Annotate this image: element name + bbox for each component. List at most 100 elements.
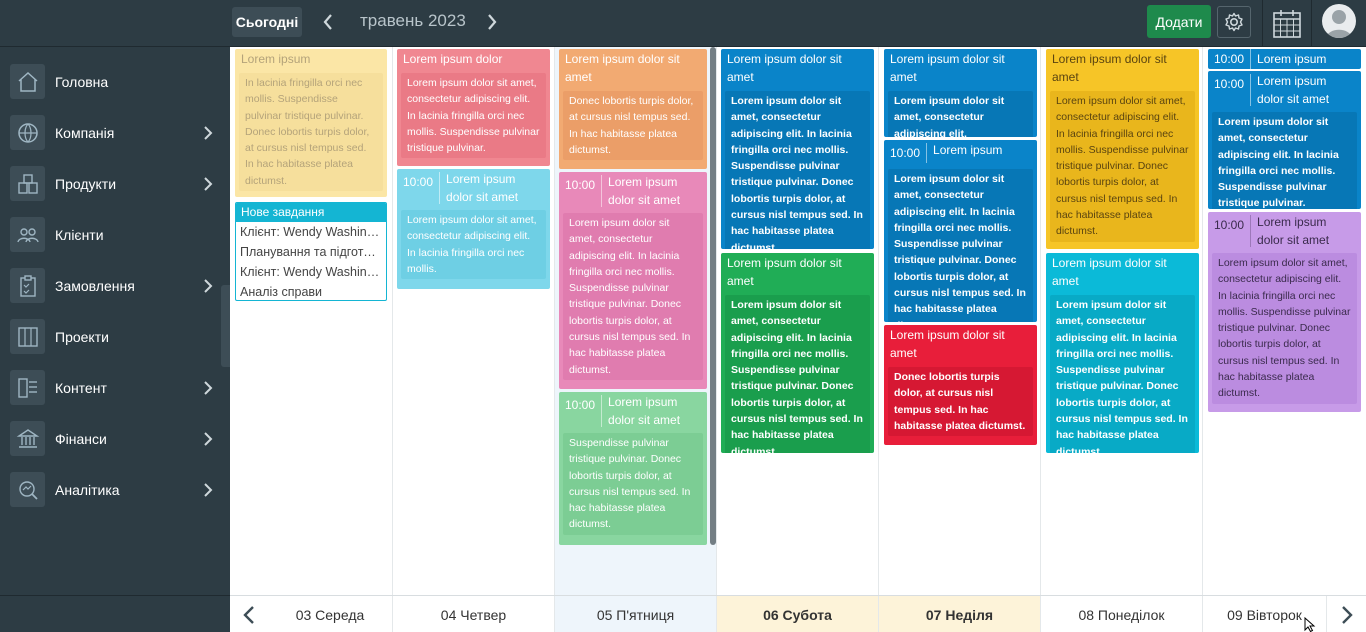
user-avatar[interactable] [1322, 4, 1356, 38]
day-header-weekend[interactable]: 06 Субота [717, 596, 879, 632]
chevron-right-icon [204, 431, 213, 446]
event-body: Suspendisse pulvinar tristique pulvinar.… [563, 433, 703, 535]
event-body: Donec lobortis turpis dolor, at cursus n… [563, 91, 703, 161]
event-time: 10:00 [559, 395, 603, 427]
chevron-right-icon [488, 14, 497, 30]
event-card[interactable]: Lorem ipsum dolor sit amet Lorem ipsum d… [721, 253, 874, 453]
next-period-button[interactable] [480, 8, 504, 36]
task-line[interactable]: Аналіз справи [236, 282, 386, 300]
event-title: Lorem ipsum dolor sit amet [890, 328, 1005, 360]
event-card[interactable]: Lorem ipsum dolor sit amet Lorem ipsum d… [884, 49, 1037, 137]
analytics-icon [10, 472, 45, 507]
task-line[interactable]: Клієнт: Wendy Washington [236, 262, 386, 282]
event-card[interactable]: Lorem ipsum dolor Lorem ipsum dolor sit … [397, 49, 550, 166]
event-card[interactable]: 10:00 Lorem ipsum dolor sit amet Lorem i… [1208, 212, 1361, 412]
event-body: In lacinia fringilla orci nec mollis. Su… [239, 73, 383, 192]
today-button[interactable]: Сьогодні [232, 7, 302, 37]
event-title: Lorem ipsum [241, 52, 311, 66]
sidebar-divider [0, 595, 230, 596]
sidebar-item-clients[interactable]: Клієнти [0, 209, 230, 260]
day-header[interactable]: 08 Понеділок [1041, 596, 1203, 632]
sidebar-item-orders[interactable]: Замовлення [0, 260, 230, 311]
event-time: 10:00 [884, 143, 928, 163]
calendar-icon [1273, 9, 1301, 38]
prev-day-button[interactable] [230, 596, 268, 632]
task-panel-title: Нове завдання [236, 203, 386, 222]
day-header[interactable]: 04 Четвер [393, 596, 555, 632]
event-card[interactable]: Lorem ipsum dolor sit amet Lorem ipsum d… [721, 49, 874, 249]
event-body: Lorem ipsum dolor sit amet, consectetur … [1212, 112, 1357, 209]
event-card[interactable]: 10:00 Lorem ipsum dolor sit amet Lorem i… [1208, 71, 1361, 209]
event-title: Lorem ipsum dolor sit amet [1052, 256, 1167, 288]
event-time: 10:00 [1208, 49, 1252, 69]
task-line[interactable]: Планування та підготовка [236, 242, 386, 262]
sidebar-item-products[interactable]: Продукти [0, 158, 230, 209]
chevron-right-icon [204, 125, 213, 140]
columns-icon [10, 319, 45, 354]
event-time: 10:00 [1208, 215, 1252, 247]
event-title: Lorem ipsum dolor sit amet [608, 175, 681, 207]
sidebar-item-label: Замовлення [55, 277, 135, 294]
prev-period-button[interactable] [316, 8, 340, 36]
sidebar-item-home[interactable]: Головна [0, 56, 230, 107]
sidebar-item-label: Продукти [55, 175, 117, 192]
sidebar-item-projects[interactable]: Проекти [0, 311, 230, 362]
day-header-weekend[interactable]: 07 Неділя [879, 596, 1041, 632]
sidebar: Головна Компанія Продукти Клієнти Замовл… [0, 47, 230, 632]
sidebar-item-label: Аналітика [55, 481, 120, 498]
event-card[interactable]: Lorem ipsum dolor sit amet Lorem ipsum d… [1046, 49, 1199, 249]
event-title: Lorem ipsum dolor sit amet [1052, 52, 1167, 84]
event-title: Lorem ipsum dolor sit amet [608, 395, 681, 427]
sidebar-item-analytics[interactable]: Аналітика [0, 464, 230, 515]
event-body: Lorem ipsum dolor sit amet, consectetur … [401, 210, 546, 280]
settings-button[interactable] [1217, 6, 1251, 38]
event-card[interactable]: 10:00 Lorem ipsum Lorem ipsum dolor sit … [884, 140, 1037, 322]
event-title: Lorem ipsum dolor sit amet [890, 52, 1005, 84]
home-icon [10, 64, 45, 99]
add-button[interactable]: Додати [1147, 5, 1211, 38]
sidebar-item-company[interactable]: Компанія [0, 107, 230, 158]
chevron-right-icon [204, 380, 213, 395]
event-card[interactable]: Lorem ipsum dolor sit amet Lorem ipsum d… [1046, 253, 1199, 453]
event-body: Lorem ipsum dolor sit amet, consectetur … [1050, 295, 1195, 453]
event-card[interactable]: Lorem ipsum dolor sit amet Donec loborti… [884, 325, 1037, 445]
new-task-panel[interactable]: Нове завдання Клієнт: Wendy Washington П… [235, 202, 387, 301]
event-body: Donec lobortis turpis dolor, at cursus n… [888, 367, 1033, 437]
event-time: 10:00 [1208, 74, 1252, 106]
clipboard-icon [10, 268, 45, 303]
event-body: Lorem ipsum dolor sit amet, consectetur … [563, 213, 703, 380]
sidebar-item-finance[interactable]: Фінанси [0, 413, 230, 464]
event-body: Lorem ipsum dolor sit amet, consectetur … [401, 73, 546, 159]
next-day-button[interactable] [1328, 596, 1366, 632]
event-body: Lorem ipsum dolor sit amet, consectetur … [1050, 91, 1195, 242]
calendar-week-view: Lorem ipsum In lacinia fringilla orci ne… [230, 47, 1366, 632]
event-title: Lorem ipsum dolor sit amet [446, 172, 519, 204]
chevron-left-icon [243, 605, 254, 624]
event-card[interactable]: Lorem ipsum In lacinia fringilla orci ne… [235, 49, 387, 197]
day-header[interactable]: 03 Середа [268, 596, 393, 632]
event-card[interactable]: Lorem ipsum dolor sit amet Donec loborti… [559, 49, 707, 169]
top-bar: Сьогодні травень 2023 Додати [0, 0, 1366, 47]
event-card[interactable]: 10:00 Lorem ipsum dolor sit amet Lorem i… [559, 172, 707, 389]
globe-icon [10, 115, 45, 150]
content-icon [10, 370, 45, 405]
event-time: 10:00 [397, 172, 441, 204]
event-time: 10:00 [559, 175, 603, 207]
event-body: Lorem ipsum dolor sit amet, consectetur … [888, 91, 1033, 137]
calendar-view-button[interactable] [1262, 0, 1312, 47]
sidebar-collapse-handle[interactable] [221, 285, 230, 367]
event-body: Lorem ipsum dolor sit amet, consectetur … [725, 295, 870, 453]
task-line[interactable]: Клієнт: Wendy Washington [236, 222, 386, 242]
event-title: Lorem ipsum dolor sit amet [1257, 74, 1330, 106]
event-title: Lorem ipsum dolor [403, 52, 503, 66]
event-card[interactable]: 10:00 Lorem ipsum dolor [1208, 49, 1361, 69]
column-scrollbar[interactable] [710, 47, 716, 545]
current-period: травень 2023 [360, 11, 466, 30]
day-footer: 03 Середа 04 Четвер 05 П'ятниця 06 Субот… [230, 595, 1366, 632]
event-card[interactable]: 10:00 Lorem ipsum dolor sit amet Lorem i… [397, 169, 550, 289]
sidebar-item-content[interactable]: Контент [0, 362, 230, 413]
chevron-right-icon [204, 278, 213, 293]
event-card[interactable]: 10:00 Lorem ipsum dolor sit amet Suspend… [559, 392, 707, 545]
event-title: Lorem ipsum [933, 143, 1003, 157]
day-header-today[interactable]: 05 П'ятниця [555, 596, 717, 632]
